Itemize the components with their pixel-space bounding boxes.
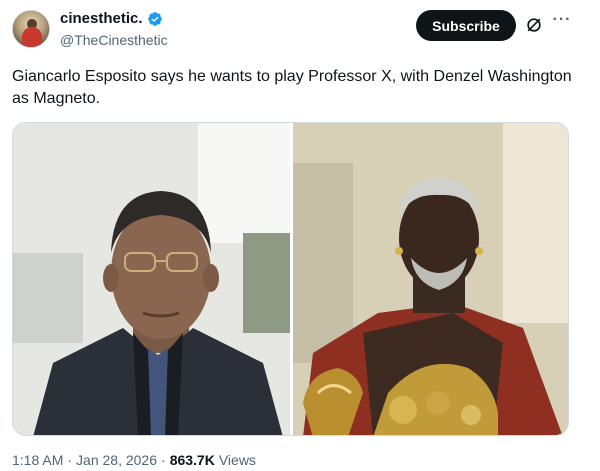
author-avatar[interactable]: [12, 10, 50, 48]
media-image-right-art: [293, 123, 568, 435]
tweet-time[interactable]: 1:18 AM: [12, 452, 63, 468]
tweet-card: cinesthetic. @TheCinesthetic Subscribe ·…: [0, 0, 600, 471]
author-display-name[interactable]: cinesthetic.: [60, 10, 143, 27]
author-handle[interactable]: @TheCinesthetic: [60, 32, 168, 48]
views-label: Views: [218, 452, 256, 468]
media-image-right[interactable]: [293, 123, 568, 435]
tweet-text: Giancarlo Esposito says he wants to play…: [12, 68, 572, 107]
more-icon[interactable]: ···: [552, 12, 572, 34]
verified-badge-icon: [147, 11, 162, 26]
media-grid[interactable]: [12, 122, 569, 436]
author-name-row: cinesthetic.: [60, 10, 163, 27]
tweet-meta: 1:18 AM · Jan 28, 2026 · 863.7K Views: [12, 452, 256, 468]
meta-separator: ·: [67, 452, 73, 468]
meta-separator: ·: [161, 452, 166, 468]
tweet-date[interactable]: Jan 28, 2026: [76, 452, 157, 468]
grok-icon[interactable]: [524, 15, 544, 35]
views-count[interactable]: 863.7K: [170, 452, 215, 468]
media-image-left[interactable]: [13, 123, 290, 435]
media-image-left-art: [13, 123, 290, 435]
subscribe-button[interactable]: Subscribe: [416, 10, 516, 41]
